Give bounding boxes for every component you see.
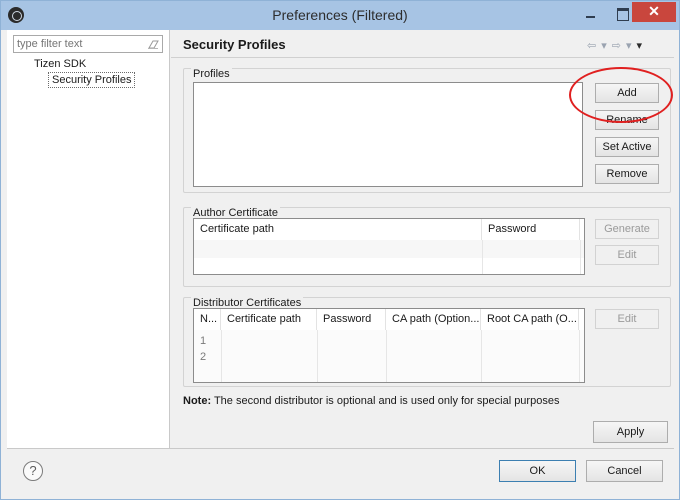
column-divider	[482, 240, 483, 274]
table-row[interactable]: 1	[194, 333, 584, 349]
column-header-number[interactable]: N...	[194, 309, 221, 330]
generate-certificate-button[interactable]: Generate	[595, 219, 659, 239]
row-number: 2	[200, 351, 207, 363]
preference-tree-pane: Tizen SDK Security Profiles	[7, 30, 170, 448]
remove-profile-button[interactable]: Remove	[595, 164, 659, 184]
forward-dropdown-icon[interactable]: ▾	[626, 39, 632, 52]
minimize-icon[interactable]	[582, 5, 600, 23]
note-label: Note:	[183, 395, 212, 407]
column-header-password[interactable]: Password	[317, 309, 386, 330]
set-active-profile-button[interactable]: Set Active	[595, 137, 659, 157]
back-dropdown-icon[interactable]: ▾	[601, 39, 607, 52]
help-icon[interactable]: ?	[23, 461, 43, 481]
profiles-group-label: Profiles	[191, 68, 232, 80]
tree-item-security-profiles[interactable]: Security Profiles	[48, 72, 136, 88]
column-header-certificate-path[interactable]: Certificate path	[194, 219, 482, 240]
ok-button[interactable]: OK	[499, 460, 576, 482]
table-row[interactable]	[194, 240, 584, 258]
table-row[interactable]: 2	[194, 349, 584, 365]
preferences-window: Preferences (Filtered) ✕ Tizen SDK Secur…	[0, 0, 680, 500]
window-title: Preferences (Filtered)	[272, 7, 408, 23]
author-certificate-table[interactable]: Certificate path Password	[193, 218, 585, 275]
back-arrow-icon[interactable]: ⇦	[587, 39, 596, 52]
column-header-certificate-path[interactable]: Certificate path	[221, 309, 317, 330]
apply-button[interactable]: Apply	[593, 421, 668, 443]
highlight-annotation	[569, 67, 673, 123]
page-title: Security Profiles	[183, 37, 286, 52]
page-nav-controls: ⇦ ▾ ⇨ ▾ ▾	[587, 39, 643, 52]
close-icon[interactable]: ✕	[632, 2, 676, 22]
column-header-password[interactable]: Password	[482, 219, 580, 240]
column-header-ca-path[interactable]: CA path (Option...	[386, 309, 481, 330]
filter-input[interactable]	[14, 36, 142, 52]
table-header: N... Certificate path Password CA path (…	[194, 309, 584, 330]
edit-author-certificate-button[interactable]: Edit	[595, 245, 659, 265]
maximize-icon[interactable]	[613, 5, 631, 23]
note-text: Note: The second distributor is optional…	[183, 395, 559, 407]
column-divider	[317, 330, 318, 382]
cancel-button[interactable]: Cancel	[586, 460, 663, 482]
distributor-certificates-table[interactable]: N... Certificate path Password CA path (…	[193, 308, 585, 383]
header-divider	[171, 57, 674, 58]
table-header: Certificate path Password	[194, 219, 584, 240]
tree-item-tizen-sdk[interactable]: Tizen SDK	[34, 58, 86, 70]
title-bar[interactable]: Preferences (Filtered) ✕	[1, 1, 679, 30]
filter-field[interactable]	[13, 35, 163, 53]
column-divider	[579, 330, 580, 382]
eraser-icon[interactable]	[147, 39, 159, 49]
profiles-list[interactable]	[193, 82, 583, 187]
view-menu-icon[interactable]: ▾	[637, 39, 643, 52]
column-divider	[481, 330, 482, 382]
forward-arrow-icon[interactable]: ⇨	[612, 39, 621, 52]
column-divider	[221, 330, 222, 382]
column-header-root-ca-path[interactable]: Root CA path (O...	[481, 309, 579, 330]
row-number: 1	[200, 335, 207, 347]
column-divider	[386, 330, 387, 382]
edit-distributor-certificate-button[interactable]: Edit	[595, 309, 659, 329]
dialog-client-area: Tizen SDK Security Profiles Security Pro…	[7, 30, 674, 496]
preference-page: Security Profiles ⇦ ▾ ⇨ ▾ ▾ Profiles Add…	[171, 30, 674, 448]
column-divider	[580, 240, 581, 274]
footer-divider	[7, 448, 674, 449]
note-body: The second distributor is optional and i…	[211, 395, 560, 407]
